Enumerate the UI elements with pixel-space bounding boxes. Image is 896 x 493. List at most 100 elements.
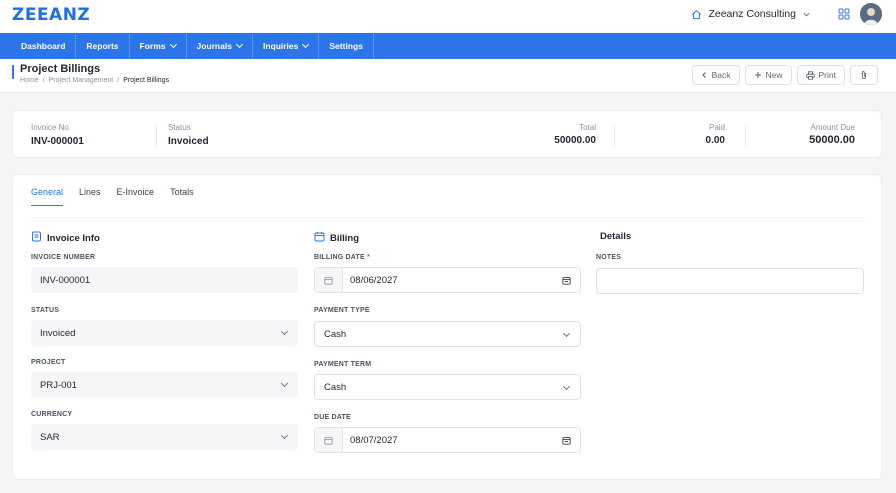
project-label: PROJECT: [31, 359, 66, 366]
chevron-down-icon: [280, 379, 289, 388]
paperclip-icon: [860, 70, 868, 80]
breadcrumb-project-management[interactable]: Project Management: [49, 77, 114, 84]
amount-due-value: 50000.00: [809, 134, 855, 146]
total-label: Total: [579, 123, 596, 132]
payment-type-select[interactable]: Cash: [314, 321, 581, 347]
chevron-down-icon: [235, 40, 243, 49]
details-section-title: Details: [600, 231, 631, 242]
billing-section-title: Billing: [314, 231, 359, 245]
invoice-form-card: General Lines E-Invoice Totals Invoice I…: [12, 174, 882, 480]
tab-divider: [31, 217, 865, 218]
nav-settings[interactable]: Settings: [319, 33, 374, 59]
nav-inquiries[interactable]: Inquiries: [253, 33, 320, 59]
invoice-no-value: INV-000001: [31, 136, 84, 147]
calendar-icon: [315, 268, 343, 292]
billing-date-label-text: BILLING DATE: [314, 254, 365, 261]
due-date-input[interactable]: 08/07/2027: [314, 427, 581, 453]
print-label: Print: [818, 70, 836, 80]
section-title-text: Details: [600, 231, 632, 242]
currency-select[interactable]: SAR: [31, 424, 298, 450]
nav-reports[interactable]: Reports: [76, 33, 130, 59]
section-title-text: Invoice Info: [47, 232, 100, 244]
plus-icon: [754, 71, 762, 79]
print-button[interactable]: Print: [796, 65, 845, 85]
notes-label: NOTES: [596, 254, 622, 261]
due-date-label: DUE DATE: [314, 414, 351, 421]
tab-totals[interactable]: Totals: [170, 187, 194, 206]
top-bar: ZEEANZ Zeeanz Consulting: [0, 0, 896, 33]
status-select[interactable]: Invoiced: [31, 320, 298, 346]
printer-icon: [805, 70, 815, 80]
attach-button[interactable]: [850, 65, 878, 85]
project-select[interactable]: PRJ-001: [31, 372, 298, 398]
page-actions: Back New Print: [691, 65, 878, 85]
breadcrumb-separator: /: [117, 77, 120, 84]
due-date-value: 08/07/2027: [350, 434, 398, 446]
divider: [614, 125, 615, 147]
payment-type-label: PAYMENT TYPE: [314, 307, 370, 314]
status-select-value: Invoiced: [40, 327, 76, 339]
total-value: 50000.00: [554, 135, 596, 146]
payment-type-value: Cash: [324, 328, 347, 340]
billing-date-value: 08/06/2027: [350, 274, 398, 286]
invoice-summary-card: Invoice No INV-000001 Status Invoiced To…: [12, 110, 882, 158]
nav-dashboard[interactable]: Dashboard: [11, 33, 77, 59]
invoice-number-value: INV-000001: [40, 274, 91, 286]
status-label: Status: [168, 123, 191, 132]
tab-general[interactable]: General: [31, 187, 64, 206]
chevron-down-icon: [169, 40, 177, 49]
title-accent: [12, 65, 14, 79]
company-name: Zeeanz Consulting: [708, 8, 796, 20]
calendar-picker-icon[interactable]: [562, 276, 571, 288]
invoice-info-section-title: Invoice Info: [31, 231, 100, 245]
invoice-no-label: Invoice No: [31, 123, 69, 132]
back-button[interactable]: Back: [691, 65, 740, 85]
breadcrumb-home[interactable]: Home: [20, 77, 39, 84]
new-label: New: [765, 70, 783, 80]
payment-term-select[interactable]: Cash: [314, 374, 581, 400]
nav-journals[interactable]: Journals: [187, 33, 253, 59]
nav-label: Reports: [86, 41, 119, 51]
breadcrumb: Home / Project Management / Project Bill…: [20, 77, 169, 84]
paid-value: 0.00: [705, 135, 725, 146]
nav-label: Journals: [196, 41, 232, 51]
back-label: Back: [711, 70, 731, 80]
company-switcher[interactable]: Zeeanz Consulting: [691, 8, 811, 20]
chevron-down-icon: [562, 382, 571, 391]
project-select-value: PRJ-001: [40, 379, 77, 391]
apps-grid-icon[interactable]: [838, 8, 850, 23]
currency-label: CURRENCY: [31, 411, 73, 418]
chevron-down-icon: [280, 327, 289, 336]
nav-label: Settings: [329, 41, 363, 51]
paid-label: Paid: [708, 123, 725, 132]
billing-date-input[interactable]: 08/06/2027: [314, 267, 581, 293]
form-tabs: General Lines E-Invoice Totals: [31, 187, 194, 206]
breadcrumb-separator: /: [42, 77, 45, 84]
tab-e-invoice[interactable]: E-Invoice: [117, 187, 155, 206]
document-icon: [31, 231, 42, 245]
nav-label: Dashboard: [21, 41, 66, 51]
calendar-picker-icon[interactable]: [562, 436, 571, 448]
new-button[interactable]: New: [744, 65, 792, 85]
tab-lines[interactable]: Lines: [79, 187, 101, 206]
user-avatar[interactable]: [860, 3, 882, 25]
app-logo[interactable]: ZEEANZ: [12, 5, 90, 25]
payment-term-label: PAYMENT TERM: [314, 361, 372, 368]
billing-date-label: BILLING DATE *: [314, 254, 370, 261]
nav-forms[interactable]: Forms: [130, 33, 187, 59]
chevron-down-icon: [280, 431, 289, 440]
invoice-number-field: INV-000001: [31, 267, 298, 293]
calendar-icon: [314, 231, 325, 245]
notes-input[interactable]: [596, 268, 864, 294]
page-header: Project Billings Home / Project Manageme…: [0, 59, 896, 93]
chevron-down-icon: [802, 10, 811, 19]
status-label: STATUS: [31, 307, 60, 314]
main-nav: Dashboard Reports Forms Journals Inquiri…: [0, 33, 896, 59]
chevron-left-icon: [701, 71, 708, 79]
amount-due-label: Amount Due: [810, 123, 855, 132]
required-marker: *: [367, 254, 370, 261]
calendar-icon: [315, 428, 343, 452]
status-value: Invoiced: [168, 136, 209, 147]
chevron-down-icon: [302, 40, 310, 49]
home-icon: [691, 9, 702, 20]
